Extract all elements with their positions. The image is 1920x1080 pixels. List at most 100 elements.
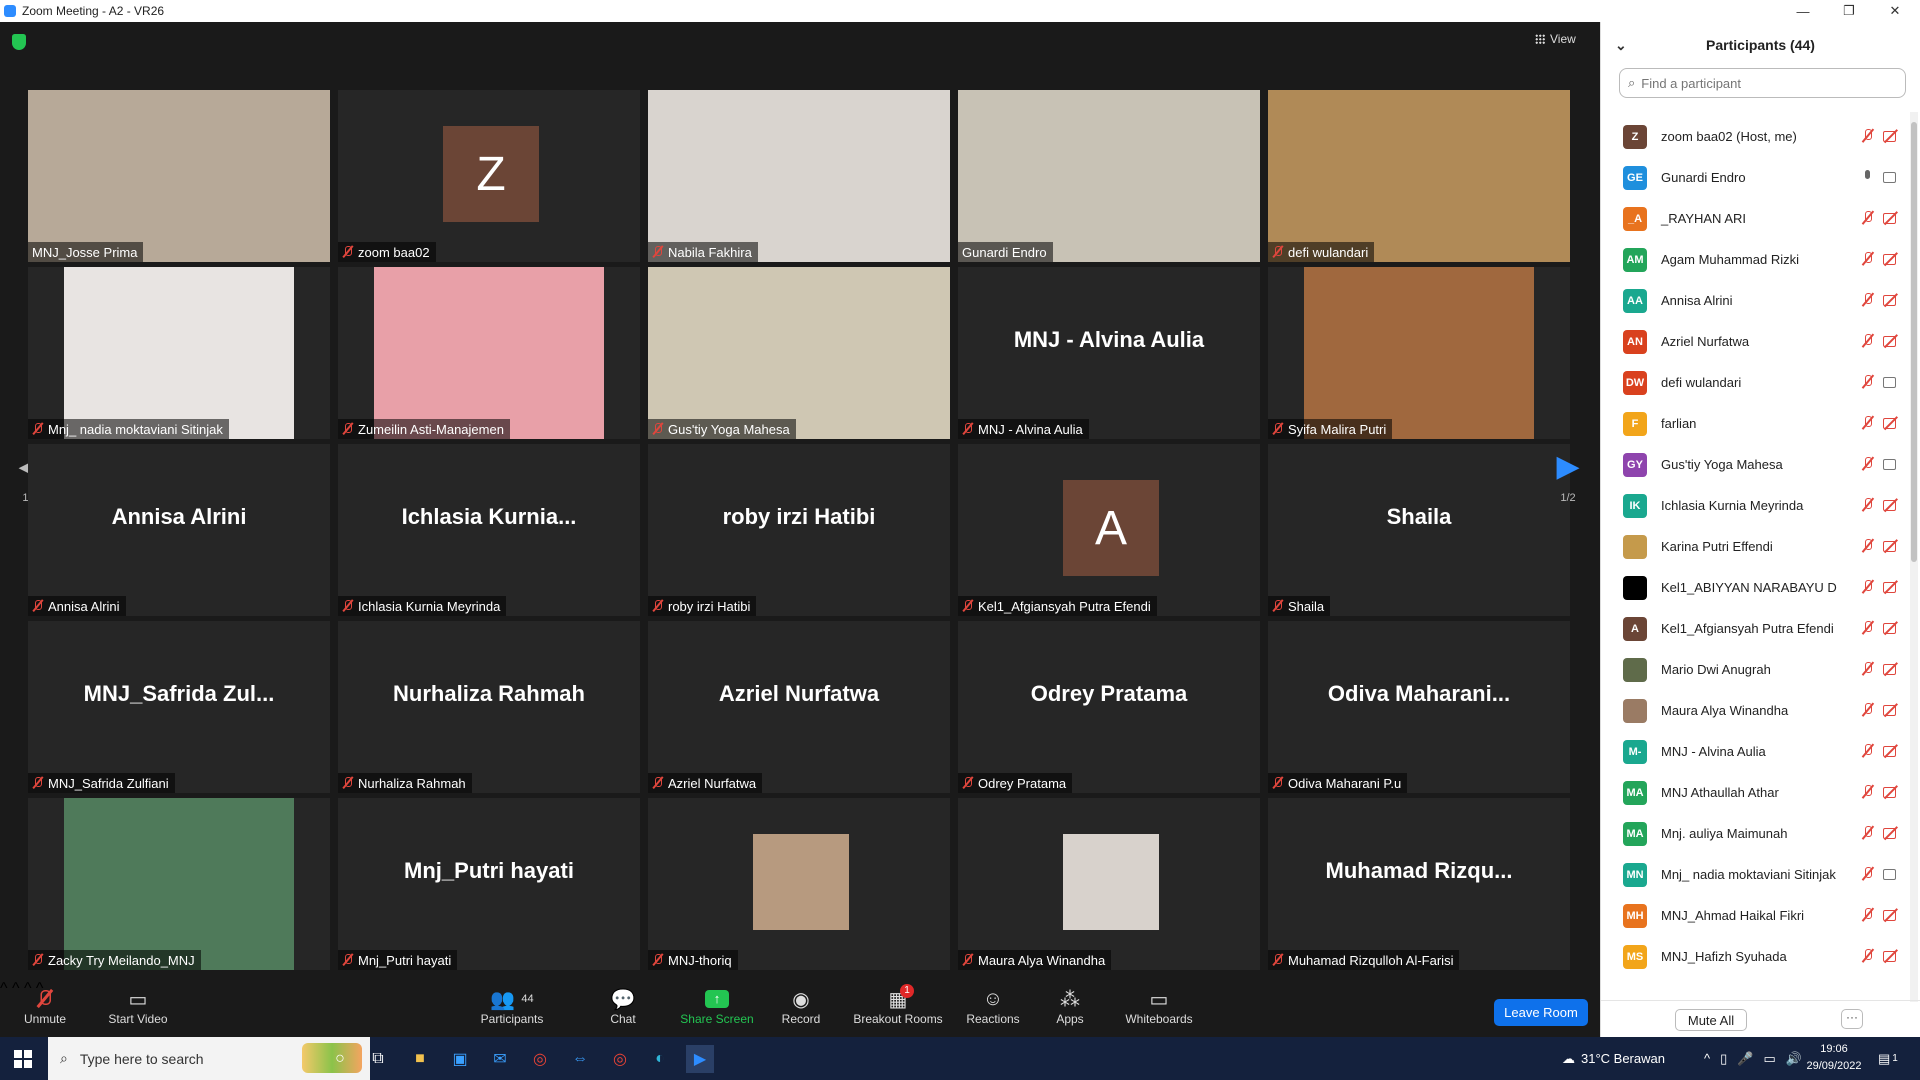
participant-search[interactable]: ⌕ (1619, 68, 1906, 98)
close-button[interactable]: ✕ (1872, 0, 1918, 22)
chrome-icon[interactable]: ◎ (526, 1045, 554, 1073)
participant-display-name: Nurhaliza Rahmah (393, 681, 585, 706)
mic-muted-icon (1861, 538, 1875, 554)
participant-tile[interactable]: Ichlasia Kurnia... Ichlasia Kurnia Meyrin… (338, 444, 640, 616)
participant-tile[interactable]: Nabila Fakhira (648, 90, 950, 262)
participant-row[interactable]: _A _RAYHAN ARI (1601, 198, 1907, 239)
security-shield-icon[interactable] (12, 34, 26, 50)
participant-tile[interactable]: Odrey Pratama Odrey Pratama (958, 621, 1260, 793)
participant-tile[interactable]: MNJ-thoriq (648, 798, 950, 970)
start-video-label: Start Video (108, 1012, 168, 1026)
participant-list-scrollbar[interactable] (1910, 112, 1918, 1002)
participant-namebar: Azriel Nurfatwa (648, 773, 763, 793)
participant-row[interactable]: MS MNJ_Hafizh Syuhada (1601, 936, 1907, 977)
tray-chevron-icon[interactable]: ^ (1704, 1051, 1710, 1066)
participant-search-input[interactable] (1641, 75, 1872, 91)
participant-row[interactable]: AN Azriel Nurfatwa (1601, 321, 1907, 362)
participant-row[interactable]: Karina Putri Effendi (1601, 526, 1907, 567)
participant-tile[interactable]: MNJ_Josse Prima (28, 90, 330, 262)
leave-room-button[interactable]: Leave Room (1494, 999, 1588, 1026)
more-options-button[interactable]: ··· (1841, 1009, 1863, 1029)
minimize-button[interactable]: — (1780, 0, 1826, 22)
participant-name: Kel1_Afgiansyah Putra Efendi (978, 598, 1151, 614)
participant-tile[interactable]: Nurhaliza Rahmah Nurhaliza Rahmah (338, 621, 640, 793)
view-button[interactable]: View (1535, 32, 1576, 46)
unmute-button[interactable]: Unmute (0, 986, 90, 1026)
teamviewer-icon[interactable]: ⇔ (566, 1045, 594, 1073)
taskbar-clock[interactable]: 19:06 29/09/2022 (1800, 1041, 1868, 1075)
apps-button[interactable]: ⁂ Apps (1025, 986, 1115, 1027)
participant-tile[interactable]: Gus'tiy Yoga Mahesa (648, 267, 950, 439)
participant-row[interactable]: DW defi wulandari (1601, 362, 1907, 403)
microphone-icon[interactable]: 🎤 (1737, 1051, 1753, 1067)
participant-status-icons (1861, 538, 1901, 554)
participant-tile[interactable]: Zumeilin Asti-Manajemen (338, 267, 640, 439)
participant-row[interactable]: A Kel1_Afgiansyah Putra Efendi (1601, 608, 1907, 649)
participant-row[interactable]: Maura Alya Winandha (1601, 690, 1907, 731)
participant-tile[interactable]: defi wulandari (1268, 90, 1570, 262)
file-explorer-icon[interactable]: ■ (406, 1045, 434, 1073)
participant-row[interactable]: GE Gunardi Endro (1601, 157, 1907, 198)
participant-row[interactable]: Kel1_ABIYYAN NARABAYU D (1601, 567, 1907, 608)
participant-tile[interactable]: Mnj_ nadia moktaviani Sitinjak (28, 267, 330, 439)
maximize-button[interactable]: ❐ (1826, 0, 1872, 22)
mic-muted-icon (32, 953, 44, 967)
participant-tile[interactable]: Shaila Shaila (1268, 444, 1570, 616)
participant-name: Gus'tiy Yoga Mahesa (668, 421, 790, 437)
participant-row[interactable]: MH MNJ_Ahmad Haikal Fikri (1601, 895, 1907, 936)
participant-tile[interactable]: Gunardi Endro (958, 90, 1260, 262)
participant-tile[interactable]: Muhamad Rizqu... Muhamad Rizqulloh Al-Far… (1268, 798, 1570, 970)
participant-row[interactable]: M- MNJ - Alvina Aulia (1601, 731, 1907, 772)
whiteboards-button[interactable]: ▭ Whiteboards (1114, 986, 1204, 1027)
mute-all-button[interactable]: Mute All (1675, 1009, 1747, 1031)
participant-row[interactable]: Mario Dwi Anugrah (1601, 649, 1907, 690)
store-icon[interactable]: ▣ (446, 1045, 474, 1073)
participant-row[interactable]: MN Mnj_ nadia moktaviani Sitinjak (1601, 854, 1907, 895)
participant-tile[interactable]: Zzoom baa02 (338, 90, 640, 262)
participant-row[interactable]: IK Ichlasia Kurnia Meyrinda (1601, 485, 1907, 526)
record-button[interactable]: ◉ Record (756, 986, 846, 1027)
scrollbar-thumb[interactable] (1911, 122, 1917, 562)
zoom-taskbar-icon[interactable]: ▶ (686, 1045, 714, 1073)
mail-icon[interactable]: ✉ (486, 1045, 514, 1073)
share-screen-button[interactable]: ↑ Share Screen (672, 986, 762, 1026)
task-view-icon[interactable]: ⧉ (364, 1045, 392, 1073)
weather-widget[interactable]: ☁ 31°C Berawan (1562, 1037, 1665, 1080)
taskbar-search[interactable]: ⌕ Type here to search (48, 1037, 370, 1080)
breakout-rooms-button[interactable]: ▦ 1 Breakout Rooms (848, 984, 948, 1026)
next-page-button[interactable]: ▶ 1/2 (1548, 442, 1588, 542)
chrome-profile-icon[interactable]: ◎ (606, 1045, 634, 1073)
battery-icon[interactable]: ▯ (1720, 1051, 1727, 1067)
participant-video (648, 267, 950, 439)
participant-row[interactable]: AM Agam Muhammad Rizki (1601, 239, 1907, 280)
participant-tile[interactable]: Annisa Alrini Annisa Alrini (28, 444, 330, 616)
participant-tile[interactable]: Azriel Nurfatwa Azriel Nurfatwa (648, 621, 950, 793)
mic-muted-icon (1861, 743, 1875, 759)
participant-tile[interactable]: Zacky Try Meilando_MNJ (28, 798, 330, 970)
network-icon[interactable]: ▭ (1763, 1051, 1775, 1067)
participant-tile[interactable]: Syifa Malira Putri (1268, 267, 1570, 439)
notification-center[interactable]: ▤ 1 (1878, 1037, 1898, 1080)
cortana-icon[interactable]: ○ (326, 1045, 354, 1073)
participant-tile[interactable]: MNJ_Safrida Zul... MNJ_Safrida Zulfiani (28, 621, 330, 793)
participant-name: Nabila Fakhira (668, 244, 752, 260)
edge-icon[interactable]: ◐ (646, 1045, 674, 1073)
start-video-button[interactable]: ▭ Start Video (93, 986, 183, 1027)
windows-start-icon[interactable] (14, 1050, 32, 1068)
participant-tile[interactable]: roby irzi Hatibi roby irzi Hatibi (648, 444, 950, 616)
participant-tile[interactable]: Odiva Maharani... Odiva Maharani P.u (1268, 621, 1570, 793)
participant-row[interactable]: Ffarlian (1601, 403, 1907, 444)
participant-row[interactable]: GY Gus'tiy Yoga Mahesa (1601, 444, 1907, 485)
participant-tile[interactable]: A Kel1_Afgiansyah Putra Efendi (958, 444, 1260, 616)
chat-button[interactable]: 💬 Chat (578, 986, 668, 1027)
participant-row[interactable]: Zzoom baa02 (Host, me) (1601, 116, 1907, 157)
collapse-chevron-icon[interactable]: ⌄ (1615, 37, 1627, 54)
participant-row[interactable]: AA Annisa Alrini (1601, 280, 1907, 321)
participant-tile[interactable]: MNJ - Alvina Aulia MNJ - Alvina Aulia (958, 267, 1260, 439)
participant-tile[interactable]: Mnj_Putri hayati Mnj_Putri hayati (338, 798, 640, 970)
participant-row[interactable]: MA MNJ Athaullah Athar (1601, 772, 1907, 813)
participant-name: MNJ Athaullah Athar (1661, 785, 1779, 800)
participants-button[interactable]: 👥 44 Participants (467, 986, 557, 1027)
participant-tile[interactable]: Maura Alya Winandha (958, 798, 1260, 970)
participant-row[interactable]: MA Mnj. auliya Maimunah (1601, 813, 1907, 854)
